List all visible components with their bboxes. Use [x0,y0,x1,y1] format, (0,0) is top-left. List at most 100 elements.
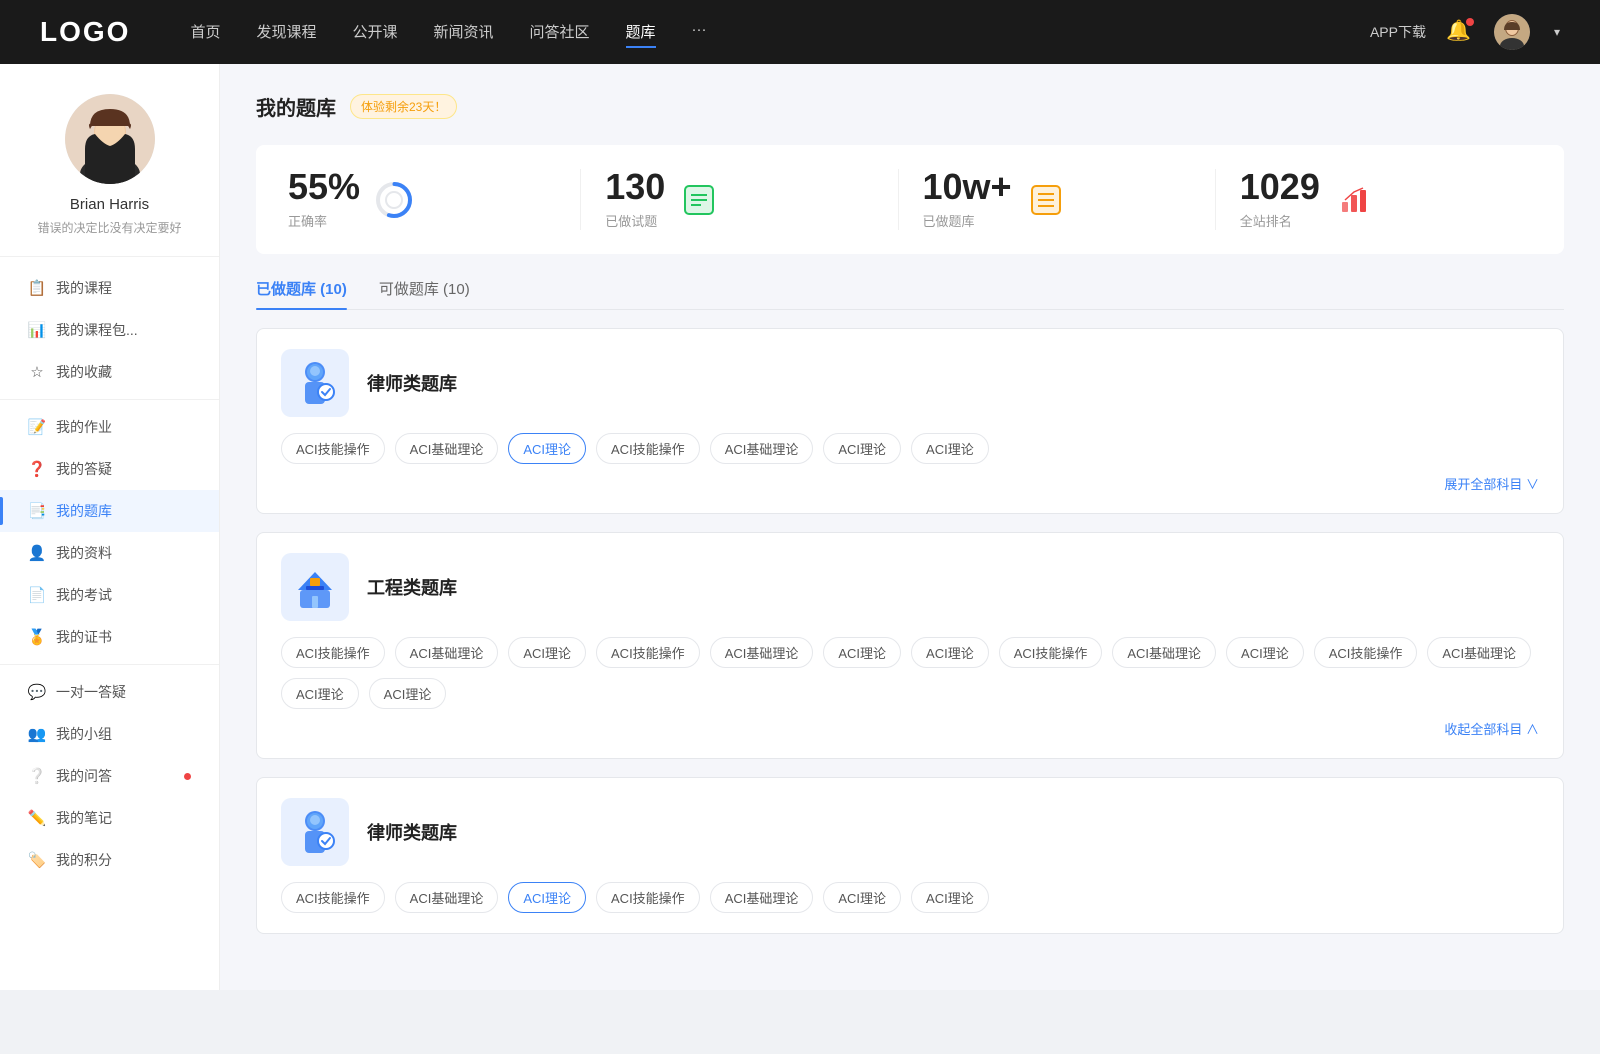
sidebar-item-cert[interactable]: 🏅 我的证书 [0,616,219,658]
nav-qa[interactable]: 问答社区 [530,17,590,48]
sidebar-item-qbank[interactable]: 📑 我的题库 [0,490,219,532]
trial-badge: 体验剩余23天！ [350,94,457,119]
expand-link-lawyer-1[interactable]: 展开全部科目 ∨ [1444,474,1539,493]
qbank-header-lawyer-2: 律师类题库 [281,798,1539,866]
tag-e-2[interactable]: ACI基础理论 [395,637,499,668]
nav-public[interactable]: 公开课 [352,17,397,48]
sidebar-item-profile[interactable]: 👤 我的资料 [0,532,219,574]
tag-e-7[interactable]: ACI理论 [911,637,989,668]
sidebar-label-qa: 我的答疑 [56,459,191,479]
points-icon: 🏷️ [28,851,46,869]
banks-stat-icon [1026,180,1066,220]
homework-icon: 📝 [28,418,46,436]
avatar[interactable] [1494,14,1530,50]
nav-qbank[interactable]: 题库 [626,17,656,48]
qbank-icon-engineer [281,553,349,621]
tag-l2-2[interactable]: ACI基础理论 [395,882,499,913]
tag-l1-3[interactable]: ACI理论 [508,433,586,464]
tag-l2-3[interactable]: ACI理论 [508,882,586,913]
tag-l1-2[interactable]: ACI基础理论 [395,433,499,464]
tag-l2-1[interactable]: ACI技能操作 [281,882,385,913]
tag-e-10[interactable]: ACI理论 [1226,637,1304,668]
tag-e-1[interactable]: ACI技能操作 [281,637,385,668]
accuracy-icon [374,180,414,220]
qbank-icon-lawyer-2 [281,798,349,866]
sidebar-item-points[interactable]: 🏷️ 我的积分 [0,839,219,881]
tag-l1-4[interactable]: ACI技能操作 [596,433,700,464]
qbank-tags-lawyer-1: ACI技能操作 ACI基础理论 ACI理论 ACI技能操作 ACI基础理论 AC… [281,433,1539,464]
qbank-title-lawyer-1: 律师类题库 [367,370,457,396]
tag-e-13[interactable]: ACI理论 [281,678,359,709]
avatar-image [1494,14,1530,50]
qbank-tags-lawyer-2: ACI技能操作 ACI基础理论 ACI理论 ACI技能操作 ACI基础理论 AC… [281,882,1539,913]
sidebar-avatar [65,94,155,184]
sidebar-divider-1 [0,399,219,400]
nav-discover[interactable]: 发现课程 [256,17,316,48]
app-download-link[interactable]: APP下载 [1370,22,1426,42]
tag-e-3[interactable]: ACI理论 [508,637,586,668]
sidebar-item-questions[interactable]: ❔ 我的问答 [0,755,219,797]
sidebar-username: Brian Harris [70,196,149,213]
sidebar-item-courses[interactable]: 📋 我的课程 [0,267,219,309]
nav-news[interactable]: 新闻资讯 [434,17,494,48]
tab-done-banks[interactable]: 已做题库 (10) [256,278,347,309]
nav-home[interactable]: 首页 [190,17,220,48]
tag-e-12[interactable]: ACI基础理论 [1427,637,1531,668]
tag-l1-7[interactable]: ACI理论 [911,433,989,464]
stat-done-banks: 10w+ 已做题库 [899,169,1216,230]
tag-e-4[interactable]: ACI技能操作 [596,637,700,668]
tag-l2-4[interactable]: ACI技能操作 [596,882,700,913]
sidebar-label-profile: 我的资料 [56,543,191,563]
tabs-row: 已做题库 (10) 可做题库 (10) [256,278,1564,310]
rank-stat-icon [1334,180,1374,220]
sidebar-label-questions: 我的问答 [56,766,180,786]
tag-l1-5[interactable]: ACI基础理论 [710,433,814,464]
tag-l2-6[interactable]: ACI理论 [823,882,901,913]
questions-stat-icon [679,180,719,220]
notification-badge [1466,18,1474,26]
main-content: 我的题库 体验剩余23天！ 55% 正确率 [220,64,1600,990]
tag-e-6[interactable]: ACI理论 [823,637,901,668]
sidebar-item-group[interactable]: 👥 我的小组 [0,713,219,755]
1on1-icon: 💬 [28,683,46,701]
qbank-tags-engineer: ACI技能操作 ACI基础理论 ACI理论 ACI技能操作 ACI基础理论 AC… [281,637,1539,709]
tag-l1-6[interactable]: ACI理论 [823,433,901,464]
tag-l2-5[interactable]: ACI基础理论 [710,882,814,913]
tag-l2-7[interactable]: ACI理论 [911,882,989,913]
sidebar-motto: 错误的决定比没有决定要好 [21,219,197,236]
tag-e-5[interactable]: ACI基础理论 [710,637,814,668]
notes-icon: ✏️ [28,809,46,827]
tag-e-9[interactable]: ACI基础理论 [1112,637,1216,668]
sidebar-item-favorites[interactable]: ☆ 我的收藏 [0,351,219,393]
sidebar: Brian Harris 错误的决定比没有决定要好 📋 我的课程 📊 我的课程包… [0,64,220,990]
sidebar-item-1on1[interactable]: 💬 一对一答疑 [0,671,219,713]
stat-done-questions: 130 已做试题 [581,169,898,230]
sidebar-item-course-packages[interactable]: 📊 我的课程包... [0,309,219,351]
navbar-links: 首页 发现课程 公开课 新闻资讯 问答社区 题库 ··· [190,17,1370,48]
sidebar-label-homework: 我的作业 [56,417,191,437]
sidebar-item-notes[interactable]: ✏️ 我的笔记 [0,797,219,839]
tab-available-banks[interactable]: 可做题库 (10) [379,278,470,309]
sidebar-item-qa[interactable]: ❓ 我的答疑 [0,448,219,490]
collapse-link-engineer[interactable]: 收起全部科目 ∧ [1444,719,1539,738]
qbank-title-lawyer-2: 律师类题库 [367,819,457,845]
tag-e-8[interactable]: ACI技能操作 [999,637,1103,668]
user-menu-chevron[interactable]: ▾ [1554,25,1560,39]
tag-e-11[interactable]: ACI技能操作 [1314,637,1418,668]
navbar: LOGO 首页 发现课程 公开课 新闻资讯 问答社区 题库 ··· APP下载 … [0,0,1600,64]
qbank-footer-engineer: 收起全部科目 ∧ [281,719,1539,738]
notification-bell[interactable]: 🔔 [1446,18,1474,46]
sidebar-label-points: 我的积分 [56,850,191,870]
sidebar-item-exam[interactable]: 📄 我的考试 [0,574,219,616]
stats-card: 55% 正确率 130 已做试题 [256,145,1564,254]
tag-e-14[interactable]: ACI理论 [369,678,447,709]
sidebar-label-packages: 我的课程包... [56,320,191,340]
sidebar-label-courses: 我的课程 [56,278,191,298]
page-layout: Brian Harris 错误的决定比没有决定要好 📋 我的课程 📊 我的课程包… [0,64,1600,990]
page-title-row: 我的题库 体验剩余23天！ [256,92,1564,121]
sidebar-item-homework[interactable]: 📝 我的作业 [0,406,219,448]
qbank-footer-lawyer-1: 展开全部科目 ∨ [281,474,1539,493]
tag-l1-1[interactable]: ACI技能操作 [281,433,385,464]
sidebar-label-qbank: 我的题库 [56,501,191,521]
nav-more[interactable]: ··· [692,17,707,48]
